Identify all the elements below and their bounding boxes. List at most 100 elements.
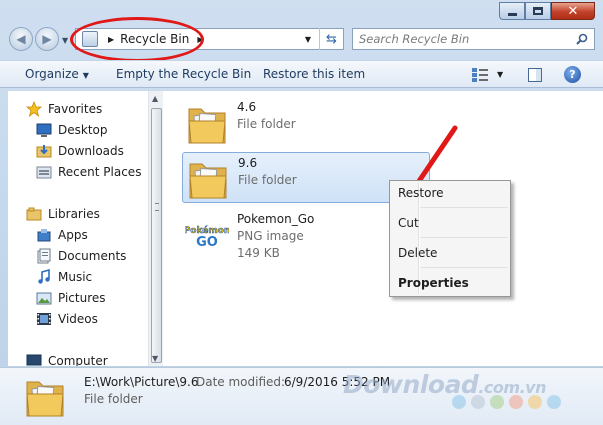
search-box[interactable] (352, 28, 595, 50)
maximize-icon (533, 7, 543, 15)
watermark-dot (452, 395, 466, 409)
sidebar-item-pictures[interactable]: Pictures (36, 290, 106, 306)
organize-button[interactable]: Organize ▼ (25, 67, 89, 81)
menu-item-properties[interactable]: Properties (398, 276, 469, 290)
explorer-window: ✕ ◀ ▶ ▼ ▶ Recycle Bin ▶ ▼ ⇆ Organize▼ Em… (0, 0, 603, 425)
scroll-up-icon[interactable]: ▲ (152, 94, 158, 103)
computer-label: Computer (48, 354, 108, 366)
file-text: Pokemon_Go PNG image 149 KB (237, 211, 314, 263)
close-button[interactable]: ✕ (551, 2, 595, 20)
file-name: 4.6 (237, 100, 257, 114)
maximize-button[interactable] (525, 2, 551, 20)
libraries-icon (26, 207, 42, 221)
back-button[interactable]: ◀ (9, 27, 33, 51)
file-text: 4.6 File folder (237, 99, 296, 151)
recycle-bin-icon (82, 31, 98, 47)
file-item-4-6[interactable]: 4.6 File folder (185, 99, 375, 151)
sidebar-item-label: Videos (58, 312, 98, 326)
forward-arrow-icon: ▶ (42, 32, 52, 46)
watermark-dot (509, 395, 523, 409)
sidebar-item-recent-places[interactable]: Recent Places (36, 164, 141, 180)
address-row: ◀ ▶ ▼ ▶ Recycle Bin ▶ ▼ ⇆ (0, 24, 603, 56)
sidebar-item-videos[interactable]: Videos (36, 311, 98, 327)
refresh-button[interactable]: ⇆ (319, 28, 343, 50)
navigation-pane: Favorites Desktop Downloads Recent Place… (8, 91, 148, 366)
search-input[interactable] (359, 32, 569, 46)
refresh-icon: ⇆ (326, 31, 337, 47)
watermark-dot (471, 395, 485, 409)
address-bar[interactable]: ▶ Recycle Bin ▶ ▼ ⇆ (75, 28, 344, 50)
address-history-dropdown[interactable]: ▼ (305, 35, 311, 44)
breadcrumb-chevron-icon[interactable]: ▶ (197, 35, 203, 44)
computer-icon (26, 354, 42, 366)
file-list: 4.6 File folder 9.6 File folder Pokémon … (163, 91, 603, 366)
scroll-down-icon[interactable]: ▼ (152, 354, 158, 363)
breadcrumb-chevron-icon[interactable]: ▶ (108, 35, 114, 44)
videos-icon (37, 313, 51, 325)
sidebar-item-downloads[interactable]: Downloads (36, 143, 124, 159)
menu-item-cut[interactable]: Cut (398, 216, 419, 230)
preview-pane-icon[interactable] (528, 68, 542, 82)
sidebar-item-label: Pictures (58, 291, 106, 305)
file-text: 9.6 File folder (238, 155, 297, 202)
search-icon[interactable] (576, 33, 588, 45)
menu-separator (420, 237, 508, 238)
sidebar-computer[interactable]: Computer (26, 353, 108, 366)
favorites-label: Favorites (48, 102, 103, 116)
menu-separator (420, 267, 508, 268)
file-type: PNG image (237, 229, 304, 243)
navigation-scrollbar[interactable]: ▲ ▼ (148, 91, 163, 366)
sidebar-libraries[interactable]: Libraries (26, 206, 100, 222)
breadcrumb-recycle-bin[interactable]: Recycle Bin (120, 32, 189, 46)
sidebar-item-desktop[interactable]: Desktop (36, 122, 108, 138)
help-icon[interactable]: ? (564, 66, 581, 83)
sidebar-item-documents[interactable]: Documents (36, 248, 126, 264)
watermark-dot (490, 395, 504, 409)
desktop-icon (36, 123, 52, 137)
recent-pages-dropdown[interactable]: ▼ (62, 36, 68, 45)
command-bar: Organize ▼ Empty the Recycle Bin Restore … (0, 60, 603, 88)
change-view-icon[interactable] (472, 68, 488, 82)
sidebar-item-label: Documents (58, 249, 127, 263)
caption-buttons: ✕ (499, 2, 595, 22)
details-path: E:\Work\Picture\9.6 (84, 375, 199, 389)
sidebar-item-label: Apps (58, 228, 88, 242)
folder-icon (26, 381, 64, 417)
pictures-icon (36, 292, 52, 305)
details-type: File folder (84, 392, 143, 406)
minimize-button[interactable] (499, 2, 525, 20)
chevron-down-icon: ▼ (82, 71, 89, 80)
file-type: File folder (237, 117, 296, 131)
menu-item-restore[interactable]: Restore (398, 186, 444, 200)
file-name: 9.6 (238, 156, 258, 170)
downloads-folder-icon (36, 145, 52, 158)
sidebar-item-label: Desktop (58, 123, 108, 137)
file-item-pokemon-go[interactable]: Pokémon GO Pokemon_Go PNG image 149 KB (185, 211, 385, 263)
pokemon-go-thumbnail: Pokémon GO (185, 221, 229, 250)
restore-item-button[interactable]: Restore this item (263, 67, 365, 81)
minimize-icon (507, 12, 517, 16)
context-menu: Restore Cut Delete Properties (389, 180, 511, 297)
watermark-dots (452, 395, 561, 409)
sidebar-favorites[interactable]: Favorites (26, 101, 102, 117)
forward-button[interactable]: ▶ (35, 27, 59, 51)
music-icon (38, 269, 50, 284)
folder-icon (189, 163, 227, 199)
view-options-dropdown[interactable]: ▼ (497, 70, 503, 79)
close-icon: ✕ (567, 3, 579, 19)
empty-recycle-bin-button[interactable]: Empty the Recycle Bin (116, 67, 251, 81)
scrollbar-grip (155, 203, 159, 211)
apps-icon (37, 229, 51, 242)
sidebar-item-music[interactable]: Music (36, 269, 92, 285)
scrollbar-thumb[interactable] (151, 108, 162, 363)
file-name: Pokemon_Go (237, 212, 315, 226)
documents-icon (37, 248, 51, 264)
libraries-label: Libraries (48, 207, 100, 221)
svg-text:GO: GO (196, 235, 218, 250)
sidebar-item-label: Downloads (58, 144, 124, 158)
file-size: 149 KB (237, 246, 280, 260)
sidebar-item-apps[interactable]: Apps (36, 227, 88, 243)
folder-icon (188, 108, 226, 144)
details-date-label: Date modified: (196, 375, 286, 389)
menu-item-delete[interactable]: Delete (398, 246, 437, 260)
